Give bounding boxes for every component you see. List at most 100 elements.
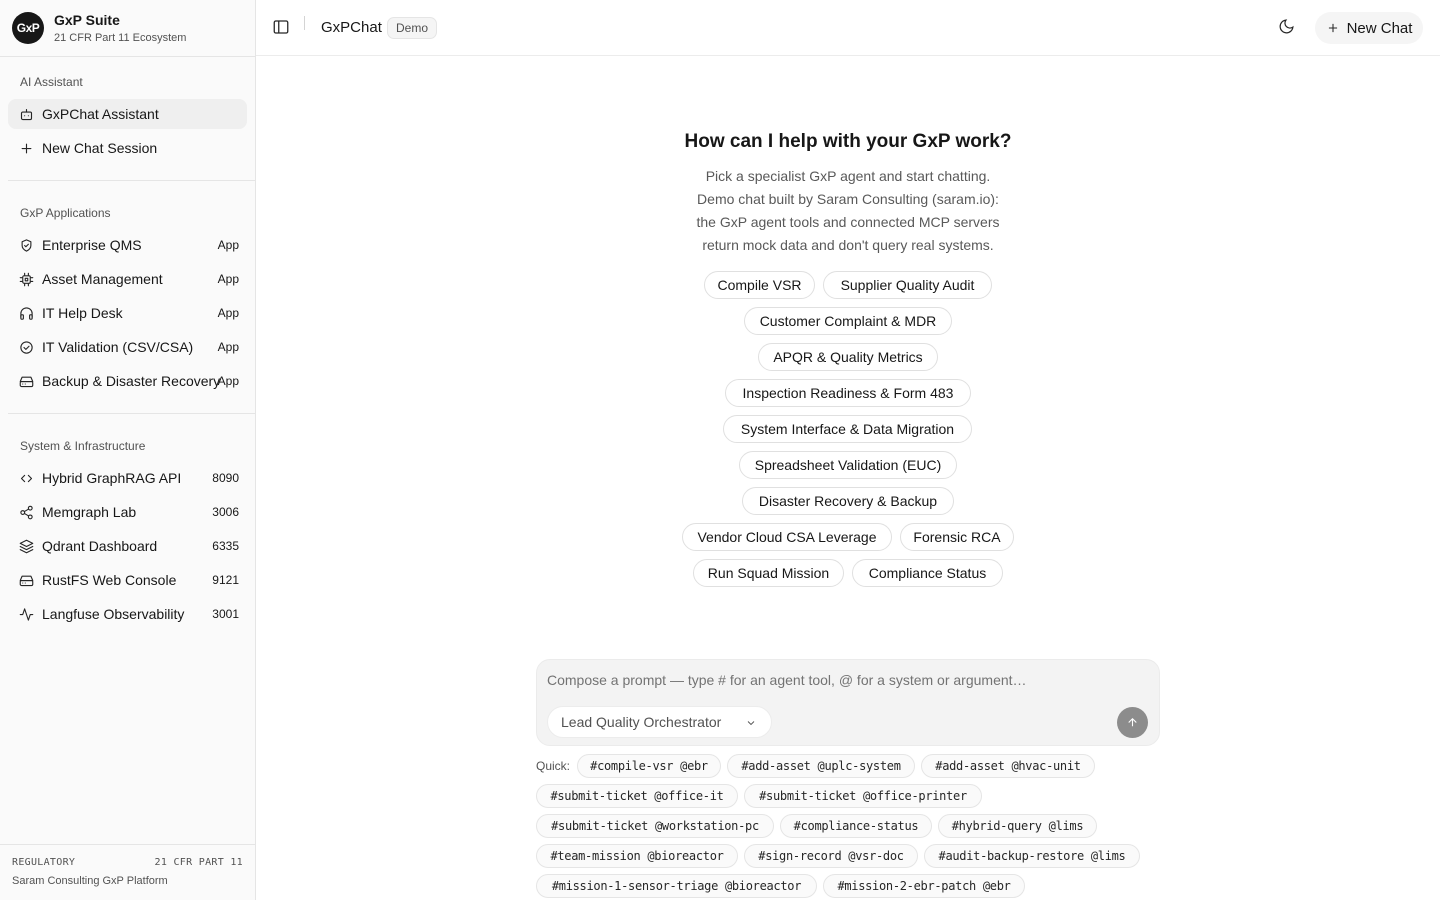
sidebar-item-memgraph-lab[interactable]: Memgraph Lab 3006 bbox=[8, 497, 247, 527]
new-chat-label: New Chat bbox=[1346, 19, 1413, 37]
group-label-system-infrastructure: System & Infrastructure bbox=[20, 439, 146, 453]
quick-chip[interactable]: #add-asset @uplc-system bbox=[727, 754, 915, 778]
sidebar-item-enterprise-qms[interactable]: Enterprise QMS App bbox=[8, 230, 247, 260]
hero-description-line: Pick a specialist GxP agent and start ch… bbox=[705, 168, 991, 184]
sidebar-item-rustfs-web-console[interactable]: RustFS Web Console 9121 bbox=[8, 565, 247, 595]
suggestion-apqr-quality-metrics[interactable]: APQR & Quality Metrics bbox=[758, 343, 938, 371]
app-badge: App bbox=[217, 340, 239, 354]
quick-chip[interactable]: #audit-backup-restore @lims bbox=[924, 844, 1140, 868]
hard-drive-icon bbox=[18, 572, 34, 588]
activity-icon bbox=[18, 606, 34, 622]
agent-select-value: Lead Quality Orchestrator bbox=[561, 714, 722, 730]
sidebar-item-label: IT Validation (CSV/CSA) bbox=[42, 339, 194, 355]
quick-chip[interactable]: #mission-1-sensor-triage @bioreactor bbox=[536, 874, 817, 898]
suggestion-compliance-status[interactable]: Compliance Status bbox=[852, 559, 1003, 587]
sidebar-item-label: IT Help Desk bbox=[42, 305, 123, 321]
sidebar-item-hybrid-graphrag-api[interactable]: Hybrid GraphRAG API 8090 bbox=[8, 463, 247, 493]
quick-chip[interactable]: #submit-ticket @workstation-pc bbox=[536, 814, 774, 838]
sidebar-item-label: Backup & Disaster Recovery bbox=[42, 373, 221, 389]
headphones-icon bbox=[18, 305, 34, 321]
new-chat-button[interactable]: New Chat bbox=[1315, 12, 1423, 44]
quick-chip[interactable]: #sign-record @vsr-doc bbox=[744, 844, 918, 868]
suggestion-inspection-readiness[interactable]: Inspection Readiness & Form 483 bbox=[725, 379, 971, 407]
sidebar-item-new-chat-session[interactable]: New Chat Session bbox=[8, 133, 247, 163]
suggestion-disaster-recovery-backup[interactable]: Disaster Recovery & Backup bbox=[742, 487, 954, 515]
demo-badge: Demo bbox=[387, 17, 438, 39]
prompt-composer: Lead Quality Orchestrator bbox=[536, 659, 1160, 746]
sidebar-item-langfuse-observability[interactable]: Langfuse Observability 3001 bbox=[8, 599, 247, 629]
sidebar-item-label: RustFS Web Console bbox=[42, 572, 177, 588]
suggestion-forensic-rca[interactable]: Forensic RCA bbox=[900, 523, 1014, 551]
port-badge: 8090 bbox=[212, 471, 239, 485]
sidebar-item-label: New Chat Session bbox=[42, 140, 158, 156]
moon-icon[interactable] bbox=[1278, 18, 1300, 40]
group-label-ai-assistant: AI Assistant bbox=[20, 75, 83, 89]
quick-chip[interactable]: #submit-ticket @office-it bbox=[536, 784, 738, 808]
quick-chip[interactable]: #compile-vsr @ebr bbox=[577, 754, 721, 778]
sidebar-item-asset-management[interactable]: Asset Management App bbox=[8, 264, 247, 294]
shield-check-icon bbox=[18, 237, 34, 253]
arrow-up-icon bbox=[1128, 717, 1137, 727]
page-title: GxPChat bbox=[321, 19, 382, 36]
sidebar-item-label: Qdrant Dashboard bbox=[42, 538, 158, 554]
chevron-down-icon bbox=[747, 721, 755, 726]
sidebar-item-it-validation[interactable]: IT Validation (CSV/CSA) App bbox=[8, 332, 247, 362]
suggestion-customer-complaint-mdr[interactable]: Customer Complaint & MDR bbox=[744, 307, 952, 335]
sidebar-divider bbox=[8, 413, 255, 414]
suggestion-run-squad-mission[interactable]: Run Squad Mission bbox=[693, 559, 844, 587]
group-label-gxp-applications: GxP Applications bbox=[20, 206, 111, 220]
quick-chip[interactable]: #mission-2-ebr-patch @ebr bbox=[823, 874, 1025, 898]
hero-description-line: the GxP agent tools and connected MCP se… bbox=[696, 214, 1000, 230]
regulation-label: 21 CFR PART 11 bbox=[154, 857, 243, 868]
quick-chip[interactable]: #add-asset @hvac-unit bbox=[921, 754, 1095, 778]
platform-name: Saram Consulting GxP Platform bbox=[12, 875, 168, 887]
header-separator bbox=[304, 16, 305, 30]
plus-icon bbox=[18, 140, 34, 156]
agent-select[interactable]: Lead Quality Orchestrator bbox=[547, 706, 772, 738]
share-icon bbox=[18, 504, 34, 520]
sidebar-item-label: GxPChat Assistant bbox=[42, 106, 159, 122]
suggestion-vendor-cloud-csa[interactable]: Vendor Cloud CSA Leverage bbox=[682, 523, 892, 551]
app-badge: App bbox=[217, 238, 239, 252]
hero-description-line: Demo chat built by Saram Consulting (sar… bbox=[697, 191, 999, 207]
sidebar-item-label: Memgraph Lab bbox=[42, 504, 137, 520]
sidebar-item-label: Langfuse Observability bbox=[42, 606, 185, 622]
app-badge: App bbox=[217, 374, 239, 388]
sidebar-toggle-icon[interactable] bbox=[272, 18, 292, 38]
quick-chip[interactable]: #submit-ticket @office-printer bbox=[744, 784, 982, 808]
send-button[interactable] bbox=[1117, 707, 1148, 738]
port-badge: 9121 bbox=[212, 573, 239, 587]
layers-icon bbox=[18, 538, 34, 554]
quick-chip[interactable]: #hybrid-query @lims bbox=[938, 814, 1097, 838]
port-badge: 3001 bbox=[212, 607, 239, 621]
quick-chip[interactable]: #team-mission @bioreactor bbox=[536, 844, 738, 868]
hero-title: How can I help with your GxP work? bbox=[684, 131, 1012, 152]
sidebar-item-label: Hybrid GraphRAG API bbox=[42, 470, 182, 486]
bot-icon bbox=[18, 106, 34, 122]
sidebar-item-gxpchat-assistant[interactable]: GxPChat Assistant bbox=[8, 99, 247, 129]
suggestion-compile-vsr[interactable]: Compile VSR bbox=[704, 271, 815, 299]
suggestion-spreadsheet-validation[interactable]: Spreadsheet Validation (EUC) bbox=[739, 451, 957, 479]
sidebar-item-label: Asset Management bbox=[42, 271, 163, 287]
plus-icon bbox=[1328, 23, 1337, 33]
regulatory-label: REGULATORY bbox=[12, 857, 76, 868]
top-header: GxPChat Demo New Chat bbox=[256, 0, 1440, 56]
brand-subtitle: 21 CFR Part 11 Ecosystem bbox=[54, 32, 187, 44]
sidebar-divider bbox=[8, 180, 255, 181]
port-badge: 6335 bbox=[212, 539, 239, 553]
quick-chip[interactable]: #compliance-status bbox=[780, 814, 932, 838]
sidebar-footer: REGULATORY 21 CFR PART 11 Saram Consulti… bbox=[0, 844, 255, 900]
brand-header[interactable]: GxP GxP Suite 21 CFR Part 11 Ecosystem bbox=[0, 0, 255, 57]
prompt-input[interactable] bbox=[547, 670, 1147, 690]
sidebar-item-it-help-desk[interactable]: IT Help Desk App bbox=[8, 298, 247, 328]
quick-label: Quick: bbox=[536, 759, 571, 773]
app-badge: App bbox=[217, 272, 239, 286]
sidebar-item-qdrant-dashboard[interactable]: Qdrant Dashboard 6335 bbox=[8, 531, 247, 561]
brand-logo: GxP bbox=[12, 12, 44, 44]
suggestion-system-interface-migration[interactable]: System Interface & Data Migration bbox=[723, 415, 972, 443]
sidebar-item-backup-disaster-recovery[interactable]: Backup & Disaster Recovery App bbox=[8, 366, 247, 396]
hero-description-line: return mock data and don't query real sy… bbox=[702, 237, 994, 253]
suggestion-supplier-quality-audit[interactable]: Supplier Quality Audit bbox=[823, 271, 992, 299]
check-circle-icon bbox=[18, 339, 34, 355]
brand-title: GxP Suite bbox=[54, 12, 120, 28]
